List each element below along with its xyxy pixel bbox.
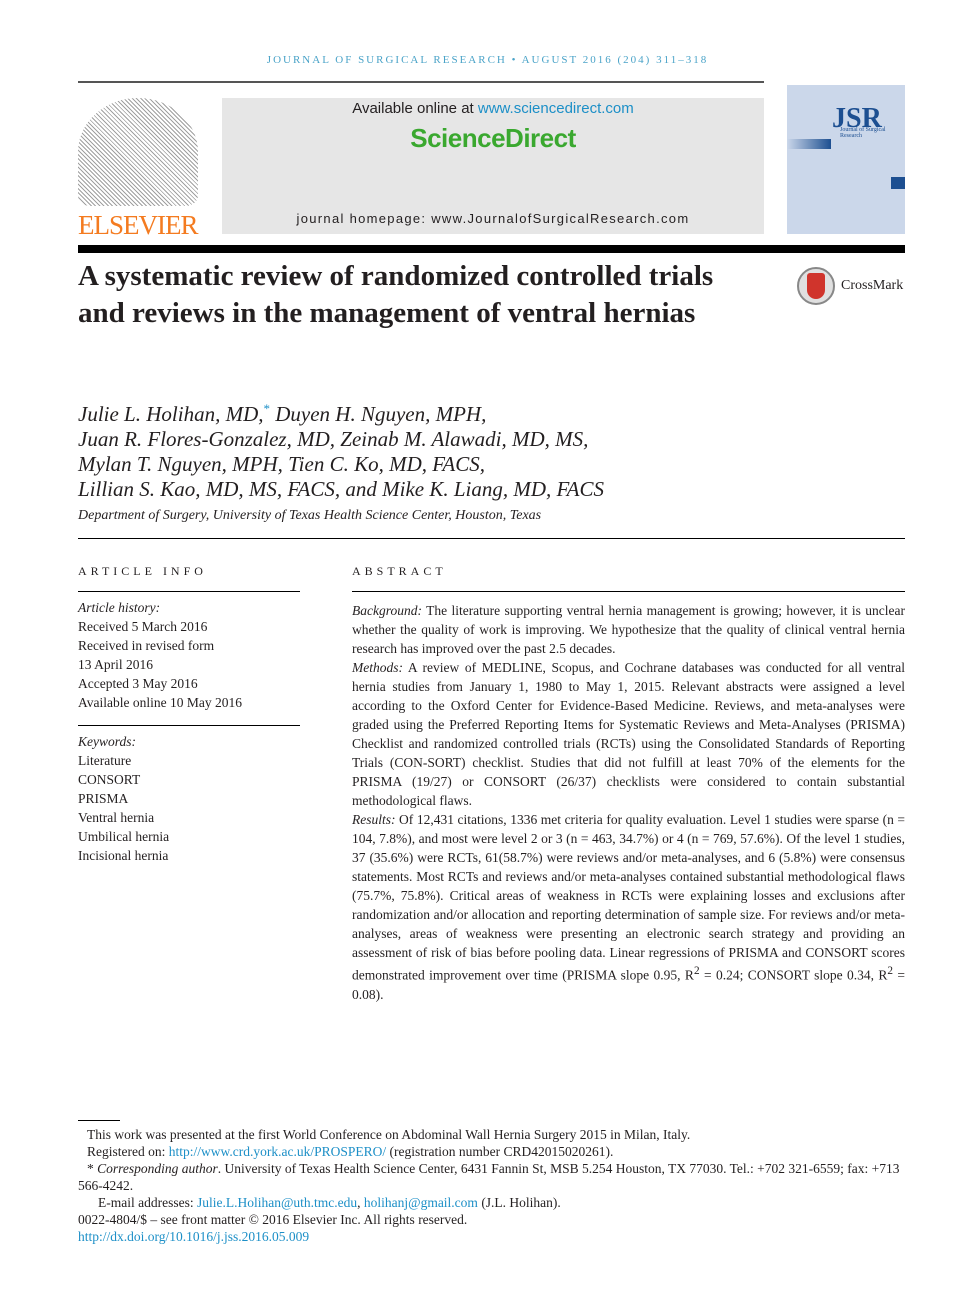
journal-cover: JSR Journal of Surgical Research xyxy=(787,85,905,234)
crossmark-icon xyxy=(797,267,835,305)
article-history: Article history: Received 5 March 2016 R… xyxy=(78,598,242,712)
running-head: JOURNAL OF SURGICAL RESEARCH • AUGUST 20… xyxy=(266,54,709,66)
sciencedirect-link[interactable]: www.sciencedirect.com xyxy=(478,100,634,117)
methods-label: Methods: xyxy=(352,660,403,675)
keyword: Ventral hernia xyxy=(78,810,155,825)
email-link[interactable]: Julie.L.Holihan@uth.tmc.edu xyxy=(197,1195,357,1210)
separator: , xyxy=(357,1195,364,1210)
keyword: Literature xyxy=(78,753,132,768)
keyword: PRISMA xyxy=(78,791,129,806)
corresponding-mark: * xyxy=(87,1161,98,1176)
email-link[interactable]: holihanj@gmail.com xyxy=(364,1195,478,1210)
presented-note: This work was presented at the first Wor… xyxy=(87,1127,691,1142)
article-info-heading: ARTICLE INFO xyxy=(78,564,207,578)
history-item: Received in revised form xyxy=(78,638,215,653)
article-page: JOURNAL OF SURGICAL RESEARCH • AUGUST 20… xyxy=(0,0,975,1305)
email-note: E-mail addresses: Julie.L.Holihan@uth.tm… xyxy=(78,1194,905,1211)
keyword: Umbilical hernia xyxy=(78,829,170,844)
history-item: Received 5 March 2016 xyxy=(78,619,208,634)
registered-label: Registered on: xyxy=(87,1144,169,1159)
corresponding-label: Corresponding author xyxy=(97,1161,218,1176)
history-item: Available online 10 May 2016 xyxy=(78,695,242,710)
doi-link[interactable]: http://dx.doi.org/10.1016/j.jss.2016.05.… xyxy=(78,1228,905,1245)
available-text: Available online at xyxy=(352,100,478,117)
cover-block xyxy=(891,177,905,189)
history-item: 13 April 2016 xyxy=(78,657,154,672)
cover-subtitle: Journal of Surgical Research xyxy=(840,127,886,139)
article-title: A systematic review of randomized contro… xyxy=(78,260,714,329)
keyword: CONSORT xyxy=(78,772,141,787)
history-label: Article history: xyxy=(78,600,161,615)
divider xyxy=(78,591,300,592)
results-text: = 0.24; CONSORT slope 0.34, R xyxy=(699,967,888,983)
author: Duyen H. Nguyen, MPH, xyxy=(275,402,487,426)
footnote-rule xyxy=(78,1120,120,1121)
corresponding-note: * Corresponding author. University of Te… xyxy=(78,1160,905,1194)
divider xyxy=(352,591,905,592)
abstract-results: Results: Of 12,431 citations, 1336 met c… xyxy=(352,810,905,1004)
tree-icon xyxy=(78,98,198,206)
methods-text: A review of MEDLINE, Scopus, and Cochran… xyxy=(352,660,905,808)
crossmark-button[interactable]: CrossMark xyxy=(797,267,903,305)
keywords-label: Keywords: xyxy=(78,734,136,749)
divider xyxy=(78,538,905,539)
keyword: Incisional hernia xyxy=(78,848,169,863)
crossmark-label: CrossMark xyxy=(841,278,904,293)
abstract-background: Background: The literature supporting ve… xyxy=(352,601,905,658)
author-line: Lillian S. Kao, MD, MS, FACS, and Mike K… xyxy=(78,477,604,501)
affiliation: Department of Surgery, University of Tex… xyxy=(78,508,542,523)
sciencedirect-logo: ScienceDirect xyxy=(410,123,576,153)
author-line: Mylan T. Nguyen, MPH, Tien C. Ko, MD, FA… xyxy=(78,452,485,476)
abstract-heading: ABSTRACT xyxy=(352,564,447,578)
elsevier-logo: ELSEVIER xyxy=(78,98,200,240)
available-online: Available online at www.sciencedirect.co… xyxy=(222,100,764,117)
copyright: 0022-4804/$ – see front matter © 2016 El… xyxy=(78,1212,468,1227)
author: Julie L. Holihan, MD, xyxy=(78,402,264,426)
thick-divider xyxy=(78,245,905,253)
results-text: Of 12,431 citations, 1336 met criteria f… xyxy=(352,812,905,983)
background-text: The literature supporting ventral hernia… xyxy=(352,603,905,656)
footnotes: This work was presented at the first Wor… xyxy=(78,1126,905,1245)
keywords: Keywords: Literature CONSORT PRISMA Vent… xyxy=(78,732,169,865)
elsevier-wordmark: ELSEVIER xyxy=(78,210,199,240)
abstract-methods: Methods: A review of MEDLINE, Scopus, an… xyxy=(352,658,905,810)
cover-stripe xyxy=(787,139,831,149)
background-label: Background: xyxy=(352,603,422,618)
sciencedirect-banner: Available online at www.sciencedirect.co… xyxy=(222,98,764,234)
email-owner: (J.L. Holihan). xyxy=(477,1195,561,1210)
divider xyxy=(78,81,764,83)
corresponding-mark[interactable]: * xyxy=(263,401,270,416)
divider xyxy=(78,725,300,726)
journal-homepage[interactable]: journal homepage: www.JournalofSurgicalR… xyxy=(222,211,764,226)
email-label: E-mail addresses: xyxy=(98,1195,197,1210)
registration-number: (registration number CRD42015020261). xyxy=(386,1144,614,1159)
author-list: Julie L. Holihan, MD,* Duyen H. Nguyen, … xyxy=(78,396,604,502)
prospero-link[interactable]: http://www.crd.york.ac.uk/PROSPERO/ xyxy=(169,1144,386,1159)
registration-note: Registered on: http://www.crd.york.ac.uk… xyxy=(78,1143,905,1160)
history-item: Accepted 3 May 2016 xyxy=(78,676,198,691)
abstract-body: Background: The literature supporting ve… xyxy=(352,601,905,1004)
results-label: Results: xyxy=(352,812,396,827)
author-line: Juan R. Flores-Gonzalez, MD, Zeinab M. A… xyxy=(78,427,589,451)
